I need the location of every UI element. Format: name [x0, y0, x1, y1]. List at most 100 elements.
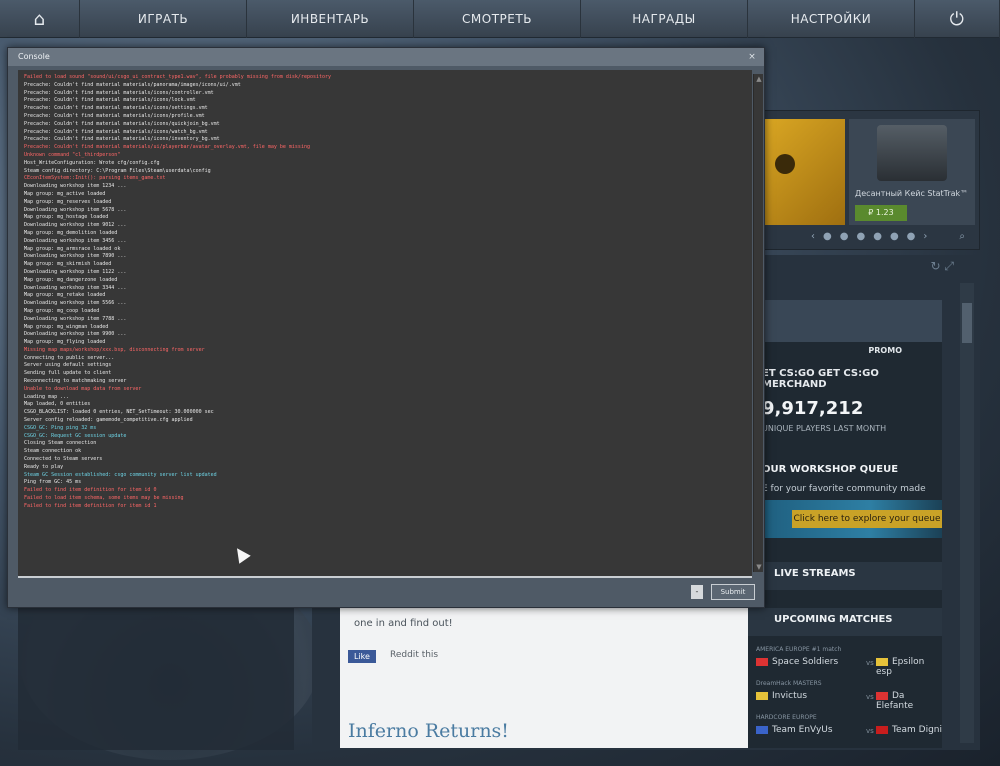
console-scrollbar[interactable]: ▲ ▼ [753, 74, 763, 572]
promo-banner[interactable] [748, 300, 942, 342]
console-log-line: CSGO_GC: Ping ping 32 ms [24, 424, 97, 431]
console-title[interactable]: Console [8, 48, 764, 66]
nav-awards[interactable]: НАГРАДЫ [581, 0, 748, 38]
console-input-divider [18, 576, 752, 578]
console-log-line: Precache: Couldn't find material materia… [24, 136, 220, 143]
pager-dot[interactable]: ● [890, 231, 899, 242]
match-event-label: AMERICA EUROPE #1 match [756, 646, 842, 653]
home-icon[interactable]: ⌂ [0, 0, 80, 38]
merch-link[interactable]: ET CS:GO GET CS:GO MERCHAND [762, 368, 942, 390]
console-log-line: Precache: Couldn't find material materia… [24, 105, 208, 112]
console-log-line: Downloading workshop item 1122 ... [24, 268, 127, 275]
case-tile-gold[interactable] [765, 119, 845, 225]
console-log-line: Downloading workshop item 5678 ... [24, 206, 127, 213]
news-title[interactable]: Inferno Returns! [348, 720, 509, 742]
nav-settings[interactable]: НАСТРОЙКИ [748, 0, 915, 38]
console-log-line: Connected to Steam servers [24, 456, 103, 463]
scroll-up-icon[interactable]: ▲ [754, 74, 764, 84]
nav-play[interactable]: ИГРАТЬ [80, 0, 247, 38]
workshop-subtitle: E for your favorite community made [762, 484, 926, 494]
console-log-line: Precache: Couldn't find material materia… [24, 81, 241, 88]
promo-badge: PROMO [868, 346, 902, 355]
match-team-1[interactable]: Team EnVyUs [756, 725, 833, 735]
console-command-bar: - Submit [18, 580, 758, 604]
search-icon[interactable]: ⌕ [959, 231, 965, 242]
console-log-line: Map group: mg_dangerzone loaded [24, 276, 118, 283]
console-log-line: Sending full update to client [24, 370, 112, 377]
top-navigation: ⌂ ИГРАТЬ ИНВЕНТАРЬ СМОТРЕТЬ НАГРАДЫ НАСТ… [0, 0, 1000, 38]
scroll-down-icon[interactable]: ▼ [754, 562, 764, 572]
store-carousel: Десантный Кейс StatTrak™ ₽ 1.23 ‹ ● ● ● … [760, 110, 980, 250]
carousel-pager: ‹ ● ● ● ● ● ● › ⌕ [811, 229, 971, 243]
console-log-line: Map group: mg_retake loaded [24, 292, 106, 299]
console-log-line: Ready to play [24, 463, 64, 470]
match-team-2[interactable]: Team Digni [876, 725, 942, 735]
case-tile-stattrak[interactable]: Десантный Кейс StatTrak™ ₽ 1.23 [849, 119, 975, 225]
match-team-1[interactable]: Space Soldiers [756, 657, 838, 667]
console-log-line: Host_WriteConfiguration: Wrote cfg/confi… [24, 159, 160, 166]
match-event-label: HARDCORE EUROPE [756, 714, 817, 721]
console-log-line: Downloading workshop item 3344 ... [24, 284, 127, 291]
console-log-line: Map group: mg_wingman loaded [24, 323, 109, 330]
console-log-line: Downloading workshop item 9012 ... [24, 222, 127, 229]
console-minus-button[interactable]: - [691, 585, 703, 599]
facebook-like-button[interactable]: Like [348, 650, 376, 663]
side-panel: PROMO ET CS:GO GET CS:GO MERCHAND 9,917,… [748, 300, 942, 748]
console-log-line: Map group: mg_reserves loaded [24, 198, 112, 205]
console-log-line: Steam GC Session established: csgo commu… [24, 471, 217, 478]
power-icon[interactable]: ⏻ [915, 0, 1000, 38]
match-team-2[interactable]: Epsilon esp [876, 657, 942, 677]
console-log-line: Precache: Couldn't find material materia… [24, 97, 196, 104]
console-log-line: Failed to find item definition for item … [24, 487, 157, 494]
case-image [877, 125, 947, 181]
console-log-line: Reconnecting to matchmaking server [24, 378, 127, 385]
pager-dot[interactable]: ● [856, 231, 865, 242]
console-log-line: Precache: Couldn't find material materia… [24, 144, 310, 151]
console-log-line: Map loaded, 0 entities [24, 401, 91, 408]
background-left-panel [18, 605, 294, 750]
match-team-2[interactable]: Da Elefante [876, 691, 942, 711]
console-log-line: Unknown command "cl_thirdperson" [24, 151, 121, 158]
console-log-line: Map group: mg_active loaded [24, 190, 106, 197]
upcoming-matches-label: UPCOMING MATCHES [774, 614, 893, 625]
nav-watch[interactable]: СМОТРЕТЬ [414, 0, 581, 38]
console-command-input[interactable] [18, 580, 678, 602]
pager-dot[interactable]: ● [873, 231, 882, 242]
news-text: one in and find out! [354, 618, 453, 629]
console-log-line: Downloading workshop item 5566 ... [24, 300, 127, 307]
console-log-line: Downloading workshop item 7788 ... [24, 315, 127, 322]
dashboard-scrollbar[interactable] [960, 283, 974, 743]
match-event-label: DreamHack MASTERS [756, 680, 822, 687]
console-log-line: Map group: mg_demolition loaded [24, 229, 118, 236]
scroll-thumb[interactable] [962, 303, 972, 343]
console-log-line: CSGO_GC: Request GC session update [24, 432, 127, 439]
match-team-1[interactable]: Invictus [756, 691, 807, 701]
workshop-title: OUR WORKSHOP QUEUE [762, 464, 899, 475]
player-count: 9,917,212 [762, 398, 864, 419]
chevron-right-icon[interactable]: › [923, 231, 927, 242]
console-log-line: Server config reloaded: gamemode_competi… [24, 417, 193, 424]
expand-icon[interactable]: ⤢ [944, 259, 954, 273]
refresh-icon[interactable]: ↻ [931, 259, 941, 273]
vs-label: vs [866, 693, 874, 701]
console-log-line: Downloading workshop item 1234 ... [24, 183, 127, 190]
console-log-line: Precache: Couldn't find material materia… [24, 120, 220, 127]
pager-dot[interactable]: ● [840, 231, 849, 242]
console-log-line: Precache: Couldn't find material materia… [24, 112, 205, 119]
reddit-link[interactable]: Reddit this [390, 650, 438, 660]
console-log-line: Server using default settings [24, 362, 112, 369]
close-icon[interactable]: × [746, 51, 758, 63]
console-log-line: Downloading workshop item 9900 ... [24, 331, 127, 338]
console-log-line: Map group: mg_skirmish loaded [24, 261, 112, 268]
nav-inventory[interactable]: ИНВЕНТАРЬ [247, 0, 414, 38]
chevron-left-icon[interactable]: ‹ [811, 231, 815, 242]
console-submit-button[interactable]: Submit [711, 584, 755, 600]
pager-dot[interactable]: ● [823, 231, 832, 242]
case-price-button[interactable]: ₽ 1.23 [855, 205, 907, 221]
workshop-queue-button[interactable]: Click here to explore your queue [792, 510, 942, 528]
console-log-line: Missing map maps/workshop/xxx.bsp, disco… [24, 346, 205, 353]
console-log-line: Downloading workshop item 3456 ... [24, 237, 127, 244]
console-log-line: Ping from GC: 45 ms [24, 479, 82, 486]
pager-dot[interactable]: ● [907, 231, 916, 242]
console-log-line: Downloading workshop item 7890 ... [24, 253, 127, 260]
